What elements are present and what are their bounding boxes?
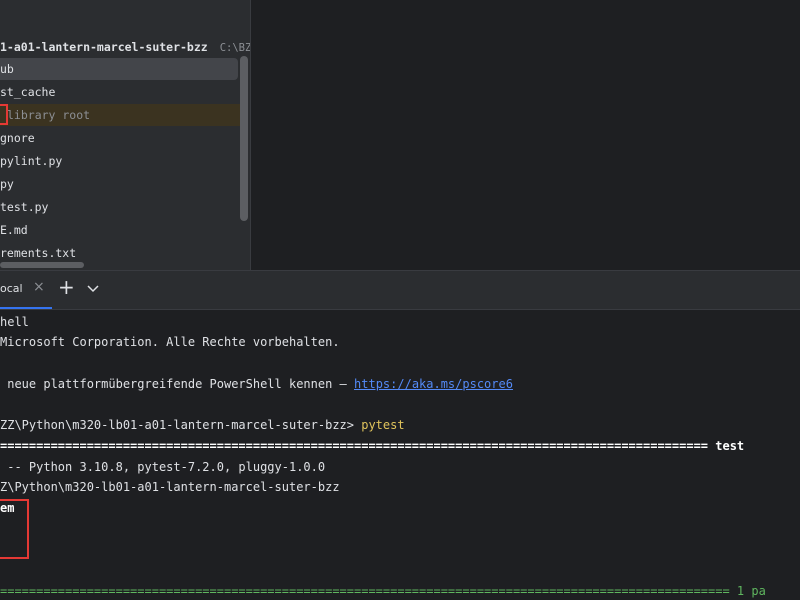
terminal-line: Z\Python\m320-lb01-a01-lantern-marcel-su… — [0, 480, 340, 494]
project-root-name: 1-a01-lantern-marcel-suter-bzz — [0, 40, 208, 54]
terminal-rule: ========================================… — [0, 584, 730, 598]
tree-horizontal-scrollbar[interactable] — [0, 262, 84, 268]
tree-item-label: gnore — [0, 131, 35, 145]
terminal-rule: ========================================… — [0, 439, 709, 453]
terminal-line: hell — [0, 315, 29, 329]
tree-item-label: py — [0, 177, 14, 191]
terminal-tab-bar: ocal × + — [0, 271, 800, 310]
highlight-box — [0, 104, 8, 125]
tree-item-label: library root — [7, 108, 91, 122]
chevron-down-icon[interactable] — [85, 280, 101, 296]
tree-item-label: rements.txt — [0, 246, 77, 260]
plus-icon[interactable]: + — [58, 275, 75, 299]
terminal-line: ZZ\Python\m320-lb01-a01-lantern-marcel-s… — [0, 415, 405, 435]
tree-item-readme[interactable]: E.md — [0, 219, 28, 241]
tree-item-py[interactable]: py — [0, 173, 14, 195]
tree-item-label: pylint.py — [0, 154, 63, 168]
tree-item-label: test.py — [0, 200, 49, 214]
highlight-box — [0, 499, 29, 559]
tree-item-label: ub — [0, 62, 14, 76]
terminal-tab-local[interactable]: ocal × — [0, 271, 52, 309]
terminal-text: neue plattformübergreifende PowerShell k… — [0, 377, 355, 391]
terminal-line: Microsoft Corporation. Alle Rechte vorbe… — [0, 335, 340, 349]
tree-item-library-root[interactable]: library root — [0, 104, 248, 126]
terminal-line: -- Python 3.10.8, pytest-7.2.0, pluggy-1… — [0, 460, 326, 474]
project-tool-window: 1-a01-lantern-marcel-suter-bzzC:\BZZ\Py … — [0, 0, 250, 270]
terminal-session-label: test — [708, 439, 745, 453]
terminal-line: neue plattformübergreifende PowerShell k… — [0, 374, 513, 394]
terminal-result: 1 pa — [729, 584, 766, 598]
close-icon[interactable]: × — [33, 279, 45, 295]
project-root-node[interactable]: 1-a01-lantern-marcel-suter-bzz C:\BZZ\Py — [0, 36, 250, 58]
tree-item-gitignore[interactable]: gnore — [0, 127, 35, 149]
tree-item-hub[interactable]: ub — [0, 58, 238, 80]
tree-item-pytest-cache[interactable]: st_cache — [0, 81, 55, 103]
terminal-prompt: ZZ\Python\m320-lb01-a01-lantern-marcel-s… — [0, 418, 362, 432]
tree-item-requirements[interactable]: rements.txt — [0, 242, 76, 264]
terminal-output[interactable]: hell Microsoft Corporation. Alle Rechte … — [0, 310, 800, 600]
tree-item-pylint[interactable]: pylint.py — [0, 150, 62, 172]
project-root-path: C:\BZZ\Py — [219, 42, 250, 54]
tree-item-label: st_cache — [0, 85, 56, 99]
editor-area — [251, 0, 800, 270]
terminal-line: ========================================… — [0, 436, 744, 456]
tree-vertical-scrollbar[interactable] — [240, 56, 248, 221]
terminal-command: pytest — [361, 418, 405, 432]
terminal-tab-label: ocal — [0, 282, 23, 295]
pscore-link[interactable]: https://aka.ms/pscore6 — [354, 377, 513, 391]
tree-item-label: E.md — [0, 223, 28, 237]
terminal-line: ========================================… — [0, 581, 766, 600]
tree-item-test[interactable]: test.py — [0, 196, 48, 218]
